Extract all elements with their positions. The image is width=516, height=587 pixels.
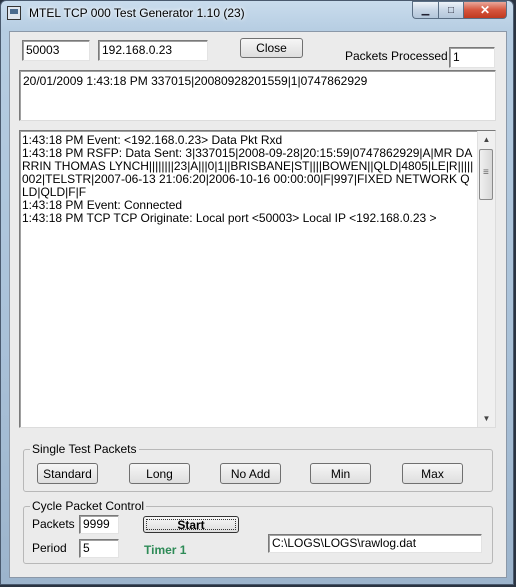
min-button[interactable]: Min: [310, 463, 371, 484]
window-controls: ▁ □ ✕: [412, 1, 507, 19]
app-window: MTEL TCP 000 Test Generator 1.10 (23) ▁ …: [0, 0, 514, 585]
ip-field[interactable]: 192.168.0.23: [98, 40, 208, 61]
port-field[interactable]: 50003: [22, 40, 90, 61]
cycle-control-group: Cycle Packet Control Packets 9999 Start …: [23, 499, 493, 564]
window-title: MTEL TCP 000 Test Generator 1.10 (23): [29, 6, 245, 20]
minimize-button[interactable]: ▁: [412, 1, 438, 19]
packets-processed-label: Packets Processed: [345, 49, 448, 63]
app-icon[interactable]: [7, 6, 21, 20]
client-area: 50003 192.168.0.23 Close Packets Process…: [9, 31, 507, 578]
start-button[interactable]: Start: [143, 516, 239, 533]
packets-count-field[interactable]: 9999: [79, 515, 119, 534]
period-label: Period: [32, 541, 67, 555]
close-window-button[interactable]: ✕: [464, 1, 507, 19]
maximize-icon: □: [447, 4, 455, 16]
max-button[interactable]: Max: [402, 463, 463, 484]
close-button[interactable]: Close: [240, 38, 303, 58]
scroll-up-icon[interactable]: ▲: [478, 131, 495, 148]
summary-textbox[interactable]: 20/01/2009 1:43:18 PM 337015|20080928201…: [19, 70, 496, 121]
standard-button[interactable]: Standard: [37, 463, 98, 484]
period-field[interactable]: 5: [79, 539, 119, 558]
log-scrollbar[interactable]: ▲ ▼: [477, 131, 495, 427]
no-add-button[interactable]: No Add: [220, 463, 281, 484]
title-bar[interactable]: MTEL TCP 000 Test Generator 1.10 (23) ▁ …: [1, 1, 513, 27]
scroll-thumb[interactable]: [479, 149, 493, 200]
timer-label: Timer 1: [144, 543, 187, 557]
packets-processed-field[interactable]: 1: [449, 47, 495, 68]
event-log[interactable]: 1:43:18 PM Event: <192.168.0.23> Data Pk…: [19, 130, 496, 428]
close-icon: ✕: [479, 3, 491, 17]
single-test-group: Single Test Packets Standard Long No Add…: [23, 442, 493, 492]
packets-label: Packets: [32, 517, 75, 531]
maximize-button[interactable]: □: [438, 1, 464, 19]
log-line: 1:43:18 PM RSFP: Data Sent: 3|337015|200…: [22, 146, 474, 199]
log-line: 1:43:18 PM TCP TCP Originate: Local port…: [22, 211, 437, 225]
single-test-title: Single Test Packets: [30, 442, 139, 456]
minimize-icon: ▁: [421, 4, 430, 16]
cycle-control-title: Cycle Packet Control: [30, 499, 147, 513]
long-button[interactable]: Long: [129, 463, 190, 484]
scroll-down-icon[interactable]: ▼: [478, 410, 495, 427]
log-path-field[interactable]: C:\LOGS\LOGS\rawlog.dat: [268, 534, 482, 553]
event-log-text: 1:43:18 PM Event: <192.168.0.23> Data Pk…: [20, 131, 478, 427]
